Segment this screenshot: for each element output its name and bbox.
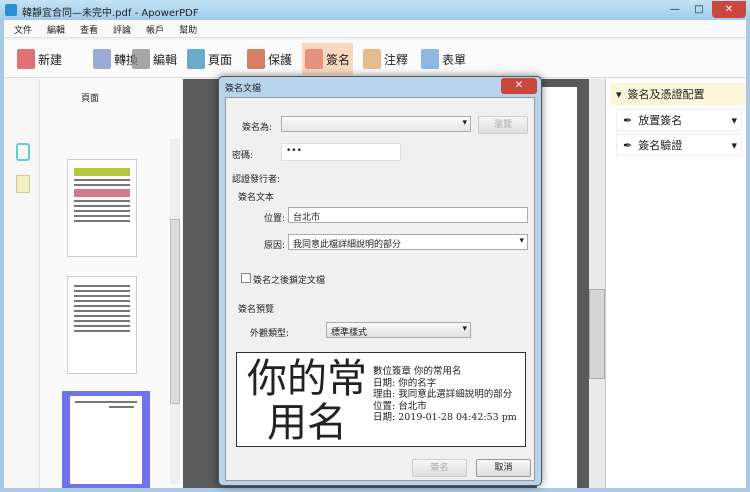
dialog-body: 簽名為: 瀏覽 密碼: ••• 認證發行者: 簽名文本 位置: 台北市 原因: … xyxy=(225,97,535,481)
sign-icon xyxy=(305,49,323,69)
preview-label: 簽名預覽 xyxy=(238,305,275,315)
attachments-icon[interactable] xyxy=(16,175,30,193)
signature-preview: 你的常用名 數位簽章 你的常用名 日期: 你的名字 理由: 我同意此選詳細說明的… xyxy=(236,352,526,447)
password-input[interactable]: ••• xyxy=(281,143,401,161)
toolbar-label: 注釋 xyxy=(384,52,409,67)
reason-select[interactable]: 我同意此檔詳細說明的部分 xyxy=(288,234,528,250)
page-thumbnail-1[interactable] xyxy=(67,159,137,257)
pen-icon: ✒ xyxy=(623,113,633,127)
maximize-button[interactable]: □ xyxy=(688,1,710,18)
edit-icon xyxy=(132,49,150,69)
forms-icon xyxy=(421,49,439,69)
browse-button[interactable]: 瀏覽 xyxy=(478,116,528,134)
signature-text-label: 簽名文本 xyxy=(238,193,275,203)
page-thumbnail-3[interactable] xyxy=(62,391,150,488)
toolbar-label: 表單 xyxy=(442,52,467,67)
title-bar: 韓靜宜合同—未完中.pdf - ApowerPDF — □ ✕ xyxy=(0,0,750,20)
sign-as-label: 簽名為: xyxy=(242,123,273,133)
toolbar: 新建 轉換 編輯 頁面 保護 簽名 注釋 表單 xyxy=(4,40,746,78)
preview-line: 日期: 你的名字 xyxy=(373,377,437,389)
toolbar-new-button[interactable]: 新建 xyxy=(14,43,65,75)
preview-line: 理由: 我同意此選詳細說明的部分 xyxy=(373,389,513,400)
menu-edit[interactable]: 編輯 xyxy=(37,20,70,36)
convert-icon xyxy=(93,49,111,69)
location-label: 位置: xyxy=(264,214,286,224)
toolbar-pages-button[interactable]: 頁面 xyxy=(184,43,235,75)
menu-bar: 文件 編輯 查看 評論 帳戶 幫助 xyxy=(4,20,746,38)
collapse-icon: ▾ xyxy=(616,87,622,101)
preview-name: 你的常用名 xyxy=(247,356,367,446)
signature-config-header[interactable]: ▾ 簽名及憑證配置 xyxy=(610,83,746,105)
new-icon xyxy=(17,49,35,69)
toolbar-comment-button[interactable]: 注釋 xyxy=(360,43,411,75)
protect-icon xyxy=(247,49,265,69)
panel-title: 頁面 xyxy=(80,94,99,104)
thumbnail-scrollbar[interactable] xyxy=(170,139,180,484)
thumbnail-panel: 頁面 xyxy=(40,79,183,488)
window-title: 韓靜宜合同—未完中.pdf - ApowerPDF xyxy=(22,8,199,19)
appearance-label: 外觀類型: xyxy=(250,329,290,339)
sign-button[interactable]: 簽名 xyxy=(412,459,467,477)
left-rail xyxy=(4,79,40,488)
pen-icon: ✒ xyxy=(623,138,633,152)
menu-file[interactable]: 文件 xyxy=(4,20,37,36)
pages-icon xyxy=(187,49,205,69)
menu-account[interactable]: 帳戶 xyxy=(136,20,169,36)
document-page xyxy=(537,87,577,488)
cancel-button[interactable]: 取消 xyxy=(476,459,531,477)
verify-signature-item[interactable]: ✒ 簽名驗證 ▾ xyxy=(616,134,742,156)
toolbar-label: 保護 xyxy=(268,52,293,67)
toolbar-label: 編輯 xyxy=(153,52,178,67)
comment-icon xyxy=(363,49,381,69)
reason-label: 原因: xyxy=(264,241,286,251)
lock-checkbox[interactable] xyxy=(241,273,251,283)
toolbar-label: 新建 xyxy=(38,52,63,67)
preview-line: 位置: 台北市 xyxy=(373,400,427,412)
lock-label: 簽名之後鎖定文檔 xyxy=(253,276,326,286)
page-thumbnail-2[interactable] xyxy=(67,276,137,374)
dropdown-icon: ▾ xyxy=(731,138,737,152)
minimize-button[interactable]: — xyxy=(664,1,686,18)
app-icon xyxy=(5,4,17,16)
location-input[interactable]: 台北市 xyxy=(288,207,528,223)
dialog-title: 簽名文檔 xyxy=(225,84,262,94)
appearance-select[interactable]: 標準樣式 xyxy=(326,322,471,338)
toolbar-sign-button[interactable]: 簽名 xyxy=(302,43,354,75)
pages-icon[interactable] xyxy=(16,143,30,161)
place-signature-item[interactable]: ✒ 放置簽名 ▾ xyxy=(616,109,742,131)
password-label: 密碼: xyxy=(232,151,254,161)
issuer-label: 認證發行者: xyxy=(232,175,281,185)
document-scrollbar[interactable] xyxy=(589,79,605,488)
menu-help[interactable]: 幫助 xyxy=(169,20,202,36)
toolbar-label: 簽名 xyxy=(326,52,351,67)
toolbar-label: 頁面 xyxy=(208,52,233,67)
close-button[interactable]: ✕ xyxy=(712,1,746,18)
toolbar-forms-button[interactable]: 表單 xyxy=(418,43,469,75)
menu-view[interactable]: 查看 xyxy=(70,20,103,36)
dialog-close-button[interactable]: ✕ xyxy=(501,78,537,94)
toolbar-protect-button[interactable]: 保護 xyxy=(244,43,295,75)
menu-comment[interactable]: 評論 xyxy=(103,20,136,36)
preview-line: 日期: 2019-01-28 04:42:53 pm xyxy=(373,412,517,423)
signature-panel: ▾ 簽名及憑證配置 ✒ 放置簽名 ▾ ✒ 簽名驗證 ▾ xyxy=(605,79,746,488)
sign-document-dialog: 簽名文檔 ✕ 簽名為: 瀏覽 密碼: ••• 認證發行者: 簽名文本 位置: 台… xyxy=(218,76,542,486)
preview-line: 數位簽章 你的常用名 xyxy=(373,366,462,377)
preview-details: 數位簽章 你的常用名 日期: 你的名字 理由: 我同意此選詳細說明的部分 位置:… xyxy=(373,366,523,424)
dropdown-icon: ▾ xyxy=(731,113,737,127)
toolbar-edit-button[interactable]: 編輯 xyxy=(129,43,180,75)
sign-as-select[interactable] xyxy=(281,116,471,132)
